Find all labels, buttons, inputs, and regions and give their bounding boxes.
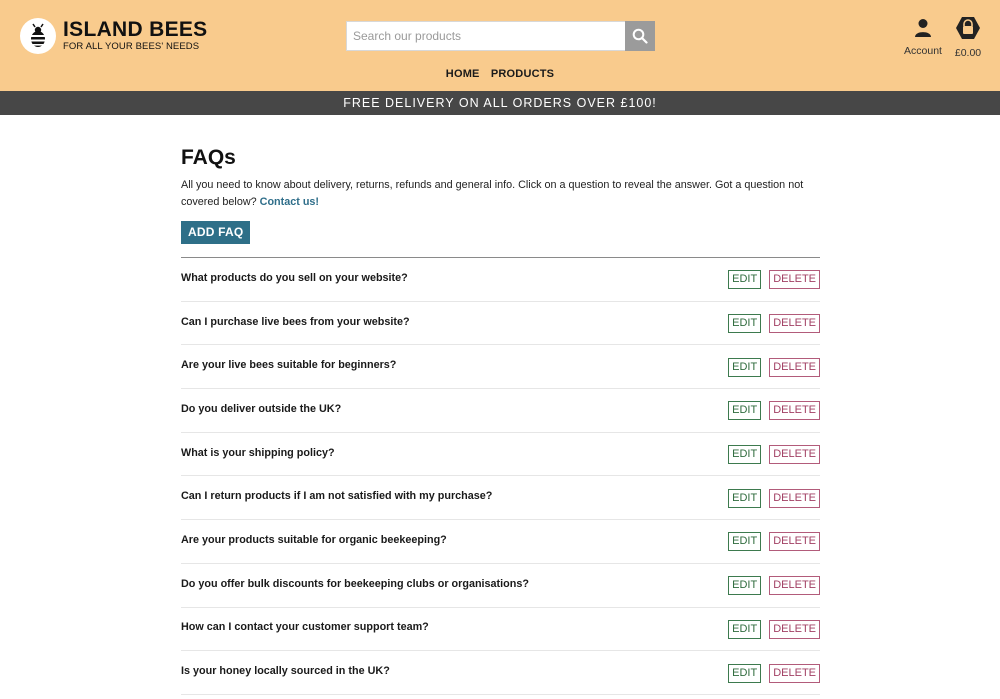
faq-actions: EDIT DELETE (728, 314, 820, 334)
faq-question[interactable]: What is your shipping policy? (181, 447, 335, 459)
main-nav: HOME PRODUCTS (0, 68, 1000, 80)
faq-actions: EDIT DELETE (728, 270, 820, 290)
contact-link[interactable]: Contact us! (260, 196, 319, 208)
intro-text: All you need to know about delivery, ret… (181, 177, 820, 211)
faq-question[interactable]: Are your products suitable for organic b… (181, 534, 447, 546)
add-faq-button[interactable]: ADD FAQ (181, 221, 251, 244)
delete-faq-button[interactable]: DELETE (769, 314, 820, 334)
logo[interactable]: ISLAND BEES FOR ALL YOUR BEES' NEEDS (20, 18, 208, 54)
faq-row[interactable]: Can I return products if I am not satisf… (181, 476, 820, 521)
faq-question[interactable]: Do you deliver outside the UK? (181, 403, 341, 415)
faq-actions: EDIT DELETE (728, 401, 820, 421)
delete-faq-button[interactable]: DELETE (769, 488, 820, 508)
edit-faq-button[interactable]: EDIT (728, 314, 762, 334)
search-icon (632, 28, 648, 44)
page-title: FAQs (181, 146, 236, 169)
account-label: Account (904, 45, 942, 57)
delete-faq-button[interactable]: DELETE (769, 619, 820, 639)
faq-row[interactable]: How can I contact your customer support … (181, 608, 820, 652)
faq-row[interactable]: Can I purchase live bees from your websi… (181, 302, 820, 346)
search-bar (346, 21, 655, 51)
site-header: ISLAND BEES FOR ALL YOUR BEES' NEEDS Acc… (0, 0, 1000, 91)
shopping-bag-icon (956, 17, 980, 39)
bag-total: £0.00 (954, 47, 982, 59)
faq-row[interactable]: Are your live bees suitable for beginner… (181, 345, 820, 390)
faq-row[interactable]: Do you deliver outside the UK? EDIT DELETE (181, 389, 820, 433)
faq-question[interactable]: Is your honey locally sourced in the UK? (181, 665, 390, 677)
edit-faq-button[interactable]: EDIT (728, 401, 762, 421)
edit-faq-button[interactable]: EDIT (728, 663, 762, 683)
delete-faq-button[interactable]: DELETE (769, 532, 820, 552)
nav-products[interactable]: PRODUCTS (491, 68, 554, 80)
edit-faq-button[interactable]: EDIT (728, 532, 762, 552)
edit-faq-button[interactable]: EDIT (728, 488, 762, 508)
delete-faq-button[interactable]: DELETE (769, 663, 820, 683)
account-link[interactable]: Account (900, 18, 946, 58)
faq-list: What products do you sell on your websit… (181, 258, 820, 695)
faq-actions: EDIT DELETE (728, 357, 820, 377)
delete-faq-button[interactable]: DELETE (769, 270, 820, 290)
delete-faq-button[interactable]: DELETE (769, 357, 820, 377)
edit-faq-button[interactable]: EDIT (728, 357, 762, 377)
edit-faq-button[interactable]: EDIT (728, 445, 762, 465)
delete-faq-button[interactable]: DELETE (769, 445, 820, 465)
faq-row[interactable]: Do you offer bulk discounts for beekeepi… (181, 564, 820, 608)
user-icon (915, 19, 931, 37)
bee-icon (20, 18, 56, 54)
faq-question[interactable]: Do you offer bulk discounts for beekeepi… (181, 578, 529, 590)
faq-question[interactable]: What products do you sell on your websit… (181, 272, 408, 284)
faq-actions: EDIT DELETE (728, 619, 820, 639)
nav-home[interactable]: HOME (446, 68, 480, 80)
faq-question[interactable]: Are your live bees suitable for beginner… (181, 359, 396, 371)
shopping-bag-link[interactable]: £0.00 (950, 16, 986, 60)
faq-actions: EDIT DELETE (728, 576, 820, 596)
faq-actions: EDIT DELETE (728, 532, 820, 552)
faq-actions: EDIT DELETE (728, 663, 820, 683)
brand-tagline: FOR ALL YOUR BEES' NEEDS (63, 41, 200, 52)
faq-actions: EDIT DELETE (728, 445, 820, 465)
delete-faq-button[interactable]: DELETE (769, 401, 820, 421)
faq-actions: EDIT DELETE (728, 488, 820, 508)
faq-question[interactable]: How can I contact your customer support … (181, 621, 429, 633)
faq-row[interactable]: What is your shipping policy? EDIT DELETE (181, 433, 820, 477)
delete-faq-button[interactable]: DELETE (769, 576, 820, 596)
search-button[interactable] (625, 21, 655, 51)
faq-row[interactable]: Is your honey locally sourced in the UK?… (181, 651, 820, 695)
faq-section: FAQs All you need to know about delivery… (181, 146, 820, 695)
brand-name: ISLAND BEES (63, 18, 208, 41)
edit-faq-button[interactable]: EDIT (728, 619, 762, 639)
faq-question[interactable]: Can I purchase live bees from your websi… (181, 316, 410, 328)
faq-row[interactable]: What products do you sell on your websit… (181, 258, 820, 302)
edit-faq-button[interactable]: EDIT (728, 576, 762, 596)
faq-row[interactable]: Are your products suitable for organic b… (181, 520, 820, 564)
edit-faq-button[interactable]: EDIT (728, 270, 762, 290)
faq-question[interactable]: Can I return products if I am not satisf… (181, 490, 492, 502)
delivery-banner: FREE DELIVERY ON ALL ORDERS OVER £100! (0, 91, 1000, 115)
search-input[interactable] (346, 21, 625, 51)
